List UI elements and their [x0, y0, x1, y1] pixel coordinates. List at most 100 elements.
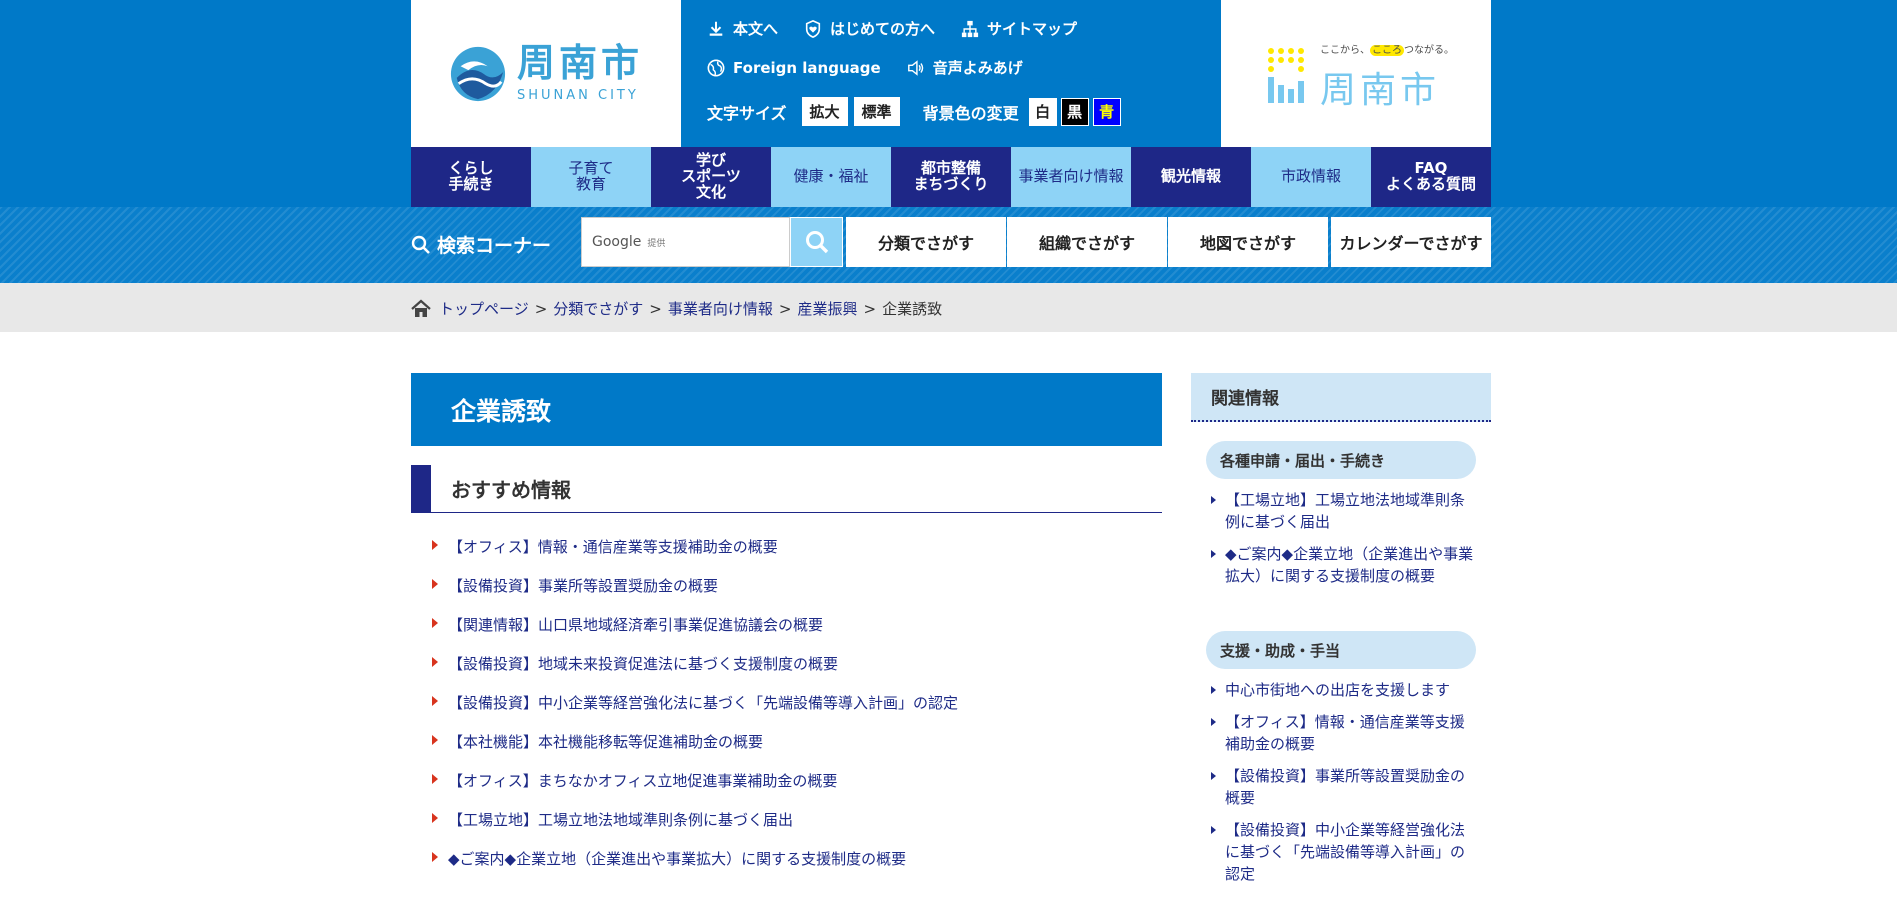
shield-heart-icon [805, 19, 821, 38]
breadcrumb-business[interactable]: 事業者向け情報 [668, 298, 773, 319]
bg-black-button[interactable]: 黒 [1060, 97, 1089, 126]
skip-to-content-link[interactable]: 本文へ [707, 18, 778, 39]
sidebar-link[interactable]: 【工場立地】工場立地法地域準則条例に基づく届出 [1225, 489, 1475, 533]
sitemap-icon [961, 20, 979, 37]
brand-city-name: 周南市 [1320, 69, 1441, 111]
list-item: 中心市街地への出店を支援します [1210, 679, 1475, 701]
font-standard-button[interactable]: 標準 [852, 96, 901, 127]
list-item: 【設備投資】中小企業等経営強化法に基づく「先端設備等導入計画」の認定 [430, 692, 958, 731]
list-item: 【オフィス】情報・通信産業等支援補助金の概要 [1210, 711, 1475, 755]
speaker-icon [907, 59, 923, 76]
recommended-link[interactable]: 【設備投資】地域未来投資促進法に基づく支援制度の概要 [448, 653, 838, 674]
sitemap-label: サイトマップ [987, 20, 1078, 38]
search-corner: 検索コーナー Google 提供 分類でさがす 組織でさがす 地図でさがす カレ… [0, 207, 1897, 283]
bg-blue-button[interactable]: 青 [1092, 97, 1121, 126]
sidebar-link[interactable]: 中心市街地への出店を支援します [1225, 679, 1450, 701]
font-size-label: 文字サイズ [707, 103, 787, 123]
recommended-link[interactable]: ◆ご案内◆企業立地（企業進出や事業拡大）に関する支援制度の概要 [448, 848, 906, 869]
search-icon [411, 235, 430, 254]
sidebar-category-applications: 各種申請・届出・手続き [1206, 441, 1476, 479]
read-aloud-link[interactable]: 音声よみあげ [907, 57, 1023, 78]
sitemap-link[interactable]: サイトマップ [961, 18, 1077, 39]
logo-name-jp: 周南市 [516, 41, 643, 85]
breadcrumb-separator: > [863, 299, 877, 318]
search-icon [805, 231, 828, 254]
utility-menu: 本文へ はじめての方へ サイトマップ Foreign language 音声よみ… [707, 0, 1207, 147]
bullet-arrow-icon [1211, 826, 1216, 834]
global-nav: くらし 手続き 子育て 教育 学び スポーツ 文化 健康・福祉 都市整備 まちづ… [411, 147, 1491, 207]
sidebar-link[interactable]: 【オフィス】情報・通信産業等支援補助金の概要 [1225, 711, 1475, 755]
bullet-arrow-icon [432, 696, 438, 706]
bullet-arrow-icon [432, 852, 438, 862]
list-item: 【オフィス】情報・通信産業等支援補助金の概要 [430, 536, 958, 575]
first-visit-link[interactable]: はじめての方へ [804, 18, 935, 39]
nav-item-city-government[interactable]: 市政情報 [1251, 147, 1371, 207]
recommended-link[interactable]: 【オフィス】まちなかオフィス立地促進事業補助金の概要 [448, 770, 837, 791]
font-enlarge-button[interactable]: 拡大 [800, 96, 849, 127]
breadcrumb-separator: > [778, 299, 792, 318]
search-submit-button[interactable] [790, 217, 843, 267]
recommended-link[interactable]: 【設備投資】中小企業等経営強化法に基づく「先端設備等導入計画」の認定 [448, 692, 958, 713]
list-item: 【設備投資】中小企業等経営強化法に基づく「先端設備等導入計画」の認定 [1210, 819, 1475, 885]
site-search-input[interactable]: Google 提供 [581, 217, 790, 267]
breadcrumb: トップページ > 分類でさがす > 事業者向け情報 > 産業振興 > 企業誘致 [411, 298, 942, 319]
list-item: 【関連情報】山口県地域経済牽引事業促進協議会の概要 [430, 614, 958, 653]
sidebar-link[interactable]: 【設備投資】事業所等設置奨励金の概要 [1225, 765, 1475, 809]
breadcrumb-top[interactable]: トップページ [439, 298, 529, 319]
nav-item-business[interactable]: 事業者向け情報 [1011, 147, 1131, 207]
search-by-calendar-button[interactable]: カレンダーでさがす [1331, 217, 1491, 267]
list-item: 【本社機能】本社機能移転等促進補助金の概要 [430, 731, 958, 770]
bullet-arrow-icon [432, 618, 438, 628]
section-accent-bar [411, 465, 431, 512]
globe-icon [707, 59, 725, 76]
city-brand-banner[interactable]: ここから、 こころ つながる。 周南市 [1221, 0, 1491, 147]
recommended-section-title: おすすめ情報 [451, 478, 571, 502]
sidebar-link[interactable]: ◆ご案内◆企業立地（企業進出や事業拡大）に関する支援制度の概要 [1225, 543, 1475, 587]
page-title: 企業誘致 [411, 373, 1162, 446]
google-label: Google [592, 234, 642, 250]
nav-item-tourism[interactable]: 観光情報 [1131, 147, 1251, 207]
recommended-link[interactable]: 【関連情報】山口県地域経済牽引事業促進協議会の概要 [448, 614, 823, 635]
search-by-map-button[interactable]: 地図でさがす [1168, 217, 1328, 267]
nav-item-learning-sports-culture[interactable]: 学び スポーツ 文化 [651, 147, 771, 207]
bg-white-button[interactable]: 白 [1028, 97, 1057, 126]
read-aloud-label: 音声よみあげ [932, 59, 1023, 77]
breadcrumb-category[interactable]: 分類でさがす [553, 298, 643, 319]
search-by-organization-button[interactable]: 組織でさがす [1007, 217, 1167, 267]
sidebar-link[interactable]: 【設備投資】中小企業等経営強化法に基づく「先端設備等導入計画」の認定 [1225, 819, 1475, 885]
logo-name-en: SHUNAN CITY [516, 88, 639, 103]
recommended-link[interactable]: 【設備投資】事業所等設置奨励金の概要 [448, 575, 718, 596]
breadcrumb-current: 企業誘致 [882, 300, 943, 318]
list-item: 【オフィス】まちなかオフィス立地促進事業補助金の概要 [430, 770, 958, 809]
list-item: 【工場立地】工場立地法地域準則条例に基づく届出 [1210, 489, 1475, 533]
bullet-arrow-icon [1211, 550, 1216, 558]
breadcrumb-band: トップページ > 分類でさがす > 事業者向け情報 > 産業振興 > 企業誘致 [0, 283, 1897, 332]
brand-mark-icon [1268, 47, 1304, 103]
nav-item-childcare-education[interactable]: 子育て 教育 [531, 147, 651, 207]
recommended-list: 【オフィス】情報・通信産業等支援補助金の概要 【設備投資】事業所等設置奨励金の概… [430, 536, 958, 887]
list-item: 【設備投資】地域未来投資促進法に基づく支援制度の概要 [430, 653, 958, 692]
sidebar-list-support: 中心市街地への出店を支援します 【オフィス】情報・通信産業等支援補助金の概要 【… [1210, 679, 1475, 895]
recommended-link[interactable]: 【本社機能】本社機能移転等促進補助金の概要 [448, 731, 763, 752]
bullet-arrow-icon [1211, 718, 1216, 726]
list-item: 【設備投資】事業所等設置奨励金の概要 [1210, 765, 1475, 809]
recommended-link[interactable]: 【工場立地】工場立地法地域準則条例に基づく届出 [448, 809, 793, 830]
nav-item-health-welfare[interactable]: 健康・福祉 [771, 147, 891, 207]
breadcrumb-separator: > [649, 299, 662, 318]
google-provided-label: 提供 [647, 238, 666, 249]
search-by-category-button[interactable]: 分類でさがす [846, 217, 1006, 267]
related-info-header: 関連情報 [1191, 373, 1491, 422]
skip-to-content-label: 本文へ [733, 20, 779, 38]
foreign-language-link[interactable]: Foreign language [707, 59, 881, 77]
download-icon [709, 21, 723, 36]
bullet-arrow-icon [432, 774, 438, 784]
breadcrumb-industry[interactable]: 産業振興 [797, 298, 857, 319]
bullet-arrow-icon [432, 657, 438, 667]
list-item: 【設備投資】事業所等設置奨励金の概要 [430, 575, 958, 614]
nav-item-urban-development[interactable]: 都市整備 まちづくり [891, 147, 1011, 207]
site-logo[interactable]: 周南市 SHUNAN CITY [411, 0, 681, 147]
nav-item-faq[interactable]: FAQ よくある質問 [1371, 147, 1491, 207]
recommended-link[interactable]: 【オフィス】情報・通信産業等支援補助金の概要 [448, 536, 778, 557]
search-corner-title: 検索コーナー [411, 231, 551, 258]
nav-item-living[interactable]: くらし 手続き [411, 147, 531, 207]
